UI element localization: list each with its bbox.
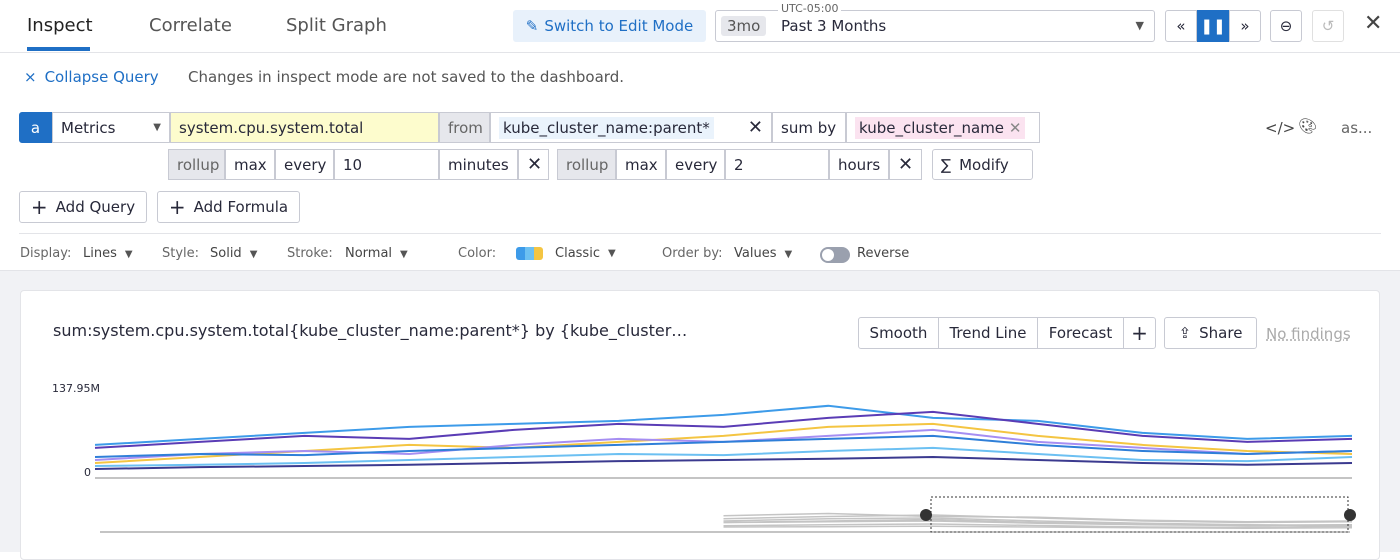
series-line-2[interactable] (95, 424, 1352, 463)
series-line-0[interactable] (95, 406, 1352, 445)
minimap-handle-right[interactable] (1344, 509, 1356, 521)
line-chart (0, 0, 1400, 552)
minimap-handle-left[interactable] (920, 509, 932, 521)
